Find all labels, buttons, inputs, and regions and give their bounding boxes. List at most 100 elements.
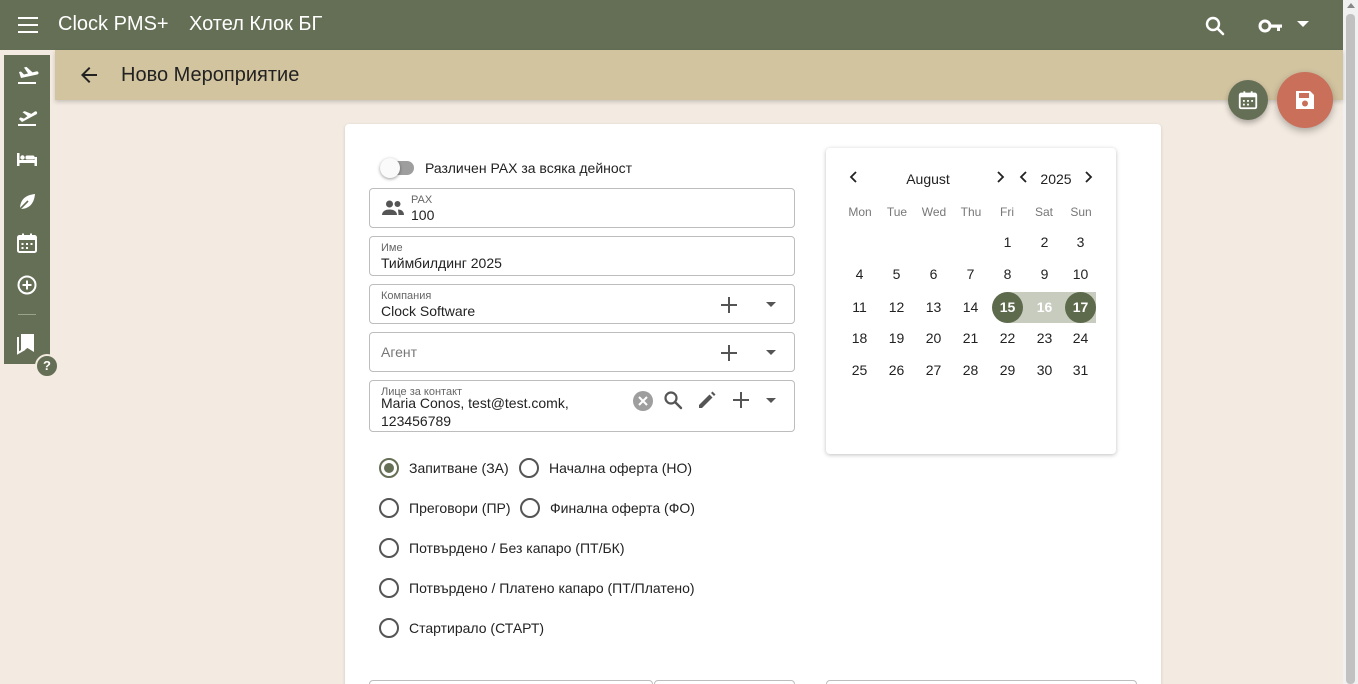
bottom-field-2[interactable] bbox=[654, 680, 795, 684]
calendar-day[interactable]: 1 bbox=[992, 227, 1023, 258]
status-radio-negotiations[interactable] bbox=[379, 498, 399, 518]
page-title: Ново Мероприятие bbox=[121, 64, 300, 86]
leaf-icon[interactable] bbox=[15, 189, 39, 213]
contact-value-line1[interactable]: Maria Conos, test@test.comk, bbox=[381, 395, 569, 411]
status-radio-confirmed-no-deposit[interactable] bbox=[379, 538, 399, 558]
clear-icon[interactable] bbox=[632, 390, 654, 412]
calendar-day-range-start[interactable]: 15 bbox=[992, 292, 1023, 323]
contact-value-line2[interactable]: 123456789 bbox=[381, 413, 451, 429]
next-month-icon[interactable] bbox=[993, 170, 1007, 184]
status-label-started: Стартирало (СТАРТ) bbox=[409, 620, 545, 636]
different-pax-toggle[interactable] bbox=[380, 158, 414, 178]
calendar-day[interactable]: 12 bbox=[881, 292, 912, 323]
calendar-fab-button[interactable] bbox=[1228, 80, 1268, 120]
calendar-day[interactable]: 19 bbox=[881, 323, 912, 354]
calendar-day[interactable]: 7 bbox=[955, 259, 986, 290]
calendar-day[interactable]: 4 bbox=[844, 259, 875, 290]
back-arrow-icon[interactable] bbox=[77, 63, 101, 87]
company-field[interactable]: Компания Clock Software bbox=[369, 284, 795, 324]
bookmarks-icon[interactable] bbox=[15, 331, 39, 355]
contact-field[interactable]: Лице за контакт Maria Conos, test@test.c… bbox=[369, 380, 795, 432]
search-icon[interactable] bbox=[1203, 14, 1227, 38]
date-range-calendar: August 2025 Mon Tue Wed Thu Fri Sat Sun … bbox=[826, 148, 1116, 454]
calendar-day[interactable]: 22 bbox=[992, 323, 1023, 354]
page-header: Ново Мероприятие bbox=[55, 50, 1343, 100]
scroll-up-arrow-icon[interactable] bbox=[1347, 3, 1355, 8]
chevron-down-icon[interactable] bbox=[766, 302, 776, 307]
key-icon[interactable] bbox=[1258, 14, 1284, 38]
calendar-day[interactable]: 26 bbox=[881, 355, 912, 386]
calendar-day[interactable]: 11 bbox=[844, 292, 875, 323]
calendar-day[interactable]: 27 bbox=[918, 355, 949, 386]
name-field[interactable]: Име Тиймбилдинг 2025 bbox=[369, 236, 795, 276]
add-icon[interactable] bbox=[718, 294, 740, 316]
calendar-year[interactable]: 2025 bbox=[1036, 171, 1076, 187]
arrivals-icon[interactable] bbox=[15, 63, 39, 87]
name-value[interactable]: Тиймбилдинг 2025 bbox=[381, 255, 502, 271]
status-label-negotiations: Преговори (ПР) bbox=[409, 500, 511, 516]
calendar-day[interactable]: 3 bbox=[1065, 227, 1096, 258]
calendar-day-range-end[interactable]: 17 bbox=[1065, 292, 1096, 323]
menu-icon[interactable] bbox=[18, 17, 38, 33]
status-radio-started[interactable] bbox=[379, 618, 399, 638]
status-radio-final-offer[interactable] bbox=[520, 498, 540, 518]
add-icon[interactable] bbox=[718, 342, 740, 364]
calendar-day[interactable]: 20 bbox=[918, 323, 949, 354]
calendar-day[interactable]: 10 bbox=[1065, 259, 1096, 290]
bottom-field-1[interactable] bbox=[369, 680, 653, 684]
help-button[interactable]: ? bbox=[35, 354, 59, 378]
status-radio-confirmed-paid[interactable] bbox=[379, 578, 399, 598]
calendar-month[interactable]: August bbox=[886, 171, 970, 187]
status-radio-initial-offer[interactable] bbox=[519, 458, 539, 478]
agent-field[interactable]: Агент bbox=[369, 332, 795, 372]
scrollbar-thumb[interactable] bbox=[1346, 14, 1355, 684]
chevron-down-icon[interactable] bbox=[766, 350, 776, 355]
edit-icon[interactable] bbox=[696, 389, 718, 411]
departures-icon[interactable] bbox=[15, 105, 39, 129]
calendar-day[interactable]: 25 bbox=[844, 355, 875, 386]
calendar-icon bbox=[1238, 91, 1258, 110]
calendar-day[interactable]: 2 bbox=[1029, 227, 1060, 258]
agent-placeholder[interactable]: Агент bbox=[381, 344, 417, 360]
pax-label: PAX bbox=[411, 194, 433, 206]
calendar-day[interactable]: 21 bbox=[955, 323, 986, 354]
calendar-day[interactable]: 30 bbox=[1029, 355, 1060, 386]
scrollbar[interactable] bbox=[1343, 0, 1358, 684]
bed-icon[interactable] bbox=[15, 147, 39, 171]
status-label-inquiry: Запитване (ЗА) bbox=[409, 460, 509, 476]
calendar-day[interactable]: 31 bbox=[1065, 355, 1096, 386]
add-circle-icon[interactable] bbox=[15, 273, 39, 297]
different-pax-label: Различен PAX за всяка дейност bbox=[425, 160, 633, 176]
hotel-title[interactable]: Хотел Клок БГ bbox=[189, 13, 322, 36]
calendar-day[interactable]: 29 bbox=[992, 355, 1023, 386]
calendar-day[interactable]: 8 bbox=[992, 259, 1023, 290]
search-icon[interactable] bbox=[662, 389, 684, 411]
calendar-day[interactable]: 5 bbox=[881, 259, 912, 290]
chevron-down-icon[interactable] bbox=[1297, 21, 1309, 27]
calendar-day[interactable]: 13 bbox=[918, 292, 949, 323]
pax-value[interactable]: 100 bbox=[411, 207, 434, 223]
company-value[interactable]: Clock Software bbox=[381, 303, 475, 319]
pax-field[interactable]: PAX 100 bbox=[369, 188, 795, 228]
calendar-day[interactable]: 6 bbox=[918, 259, 949, 290]
calendar-day-in-range[interactable]: 16 bbox=[1029, 292, 1060, 323]
chevron-down-icon[interactable] bbox=[766, 398, 776, 403]
prev-year-icon[interactable] bbox=[1017, 170, 1031, 184]
save-fab-button[interactable] bbox=[1277, 72, 1333, 128]
calendar-day[interactable]: 9 bbox=[1029, 259, 1060, 290]
add-icon[interactable] bbox=[730, 389, 752, 411]
calendar-icon[interactable] bbox=[15, 231, 39, 255]
calendar-day[interactable]: 24 bbox=[1065, 323, 1096, 354]
weekday-label: Wed bbox=[921, 205, 947, 219]
weekday-label: Fri bbox=[1000, 205, 1014, 219]
bottom-field-3[interactable] bbox=[826, 680, 1137, 684]
calendar-day[interactable]: 23 bbox=[1029, 323, 1060, 354]
prev-month-icon[interactable] bbox=[847, 170, 861, 184]
toggle-thumb bbox=[380, 158, 400, 178]
status-label-initial-offer: Начална оферта (НО) bbox=[549, 460, 693, 476]
status-radio-inquiry[interactable] bbox=[379, 458, 399, 478]
next-year-icon[interactable] bbox=[1081, 170, 1095, 184]
calendar-day[interactable]: 14 bbox=[955, 292, 986, 323]
calendar-day[interactable]: 28 bbox=[955, 355, 986, 386]
calendar-day[interactable]: 18 bbox=[844, 323, 875, 354]
